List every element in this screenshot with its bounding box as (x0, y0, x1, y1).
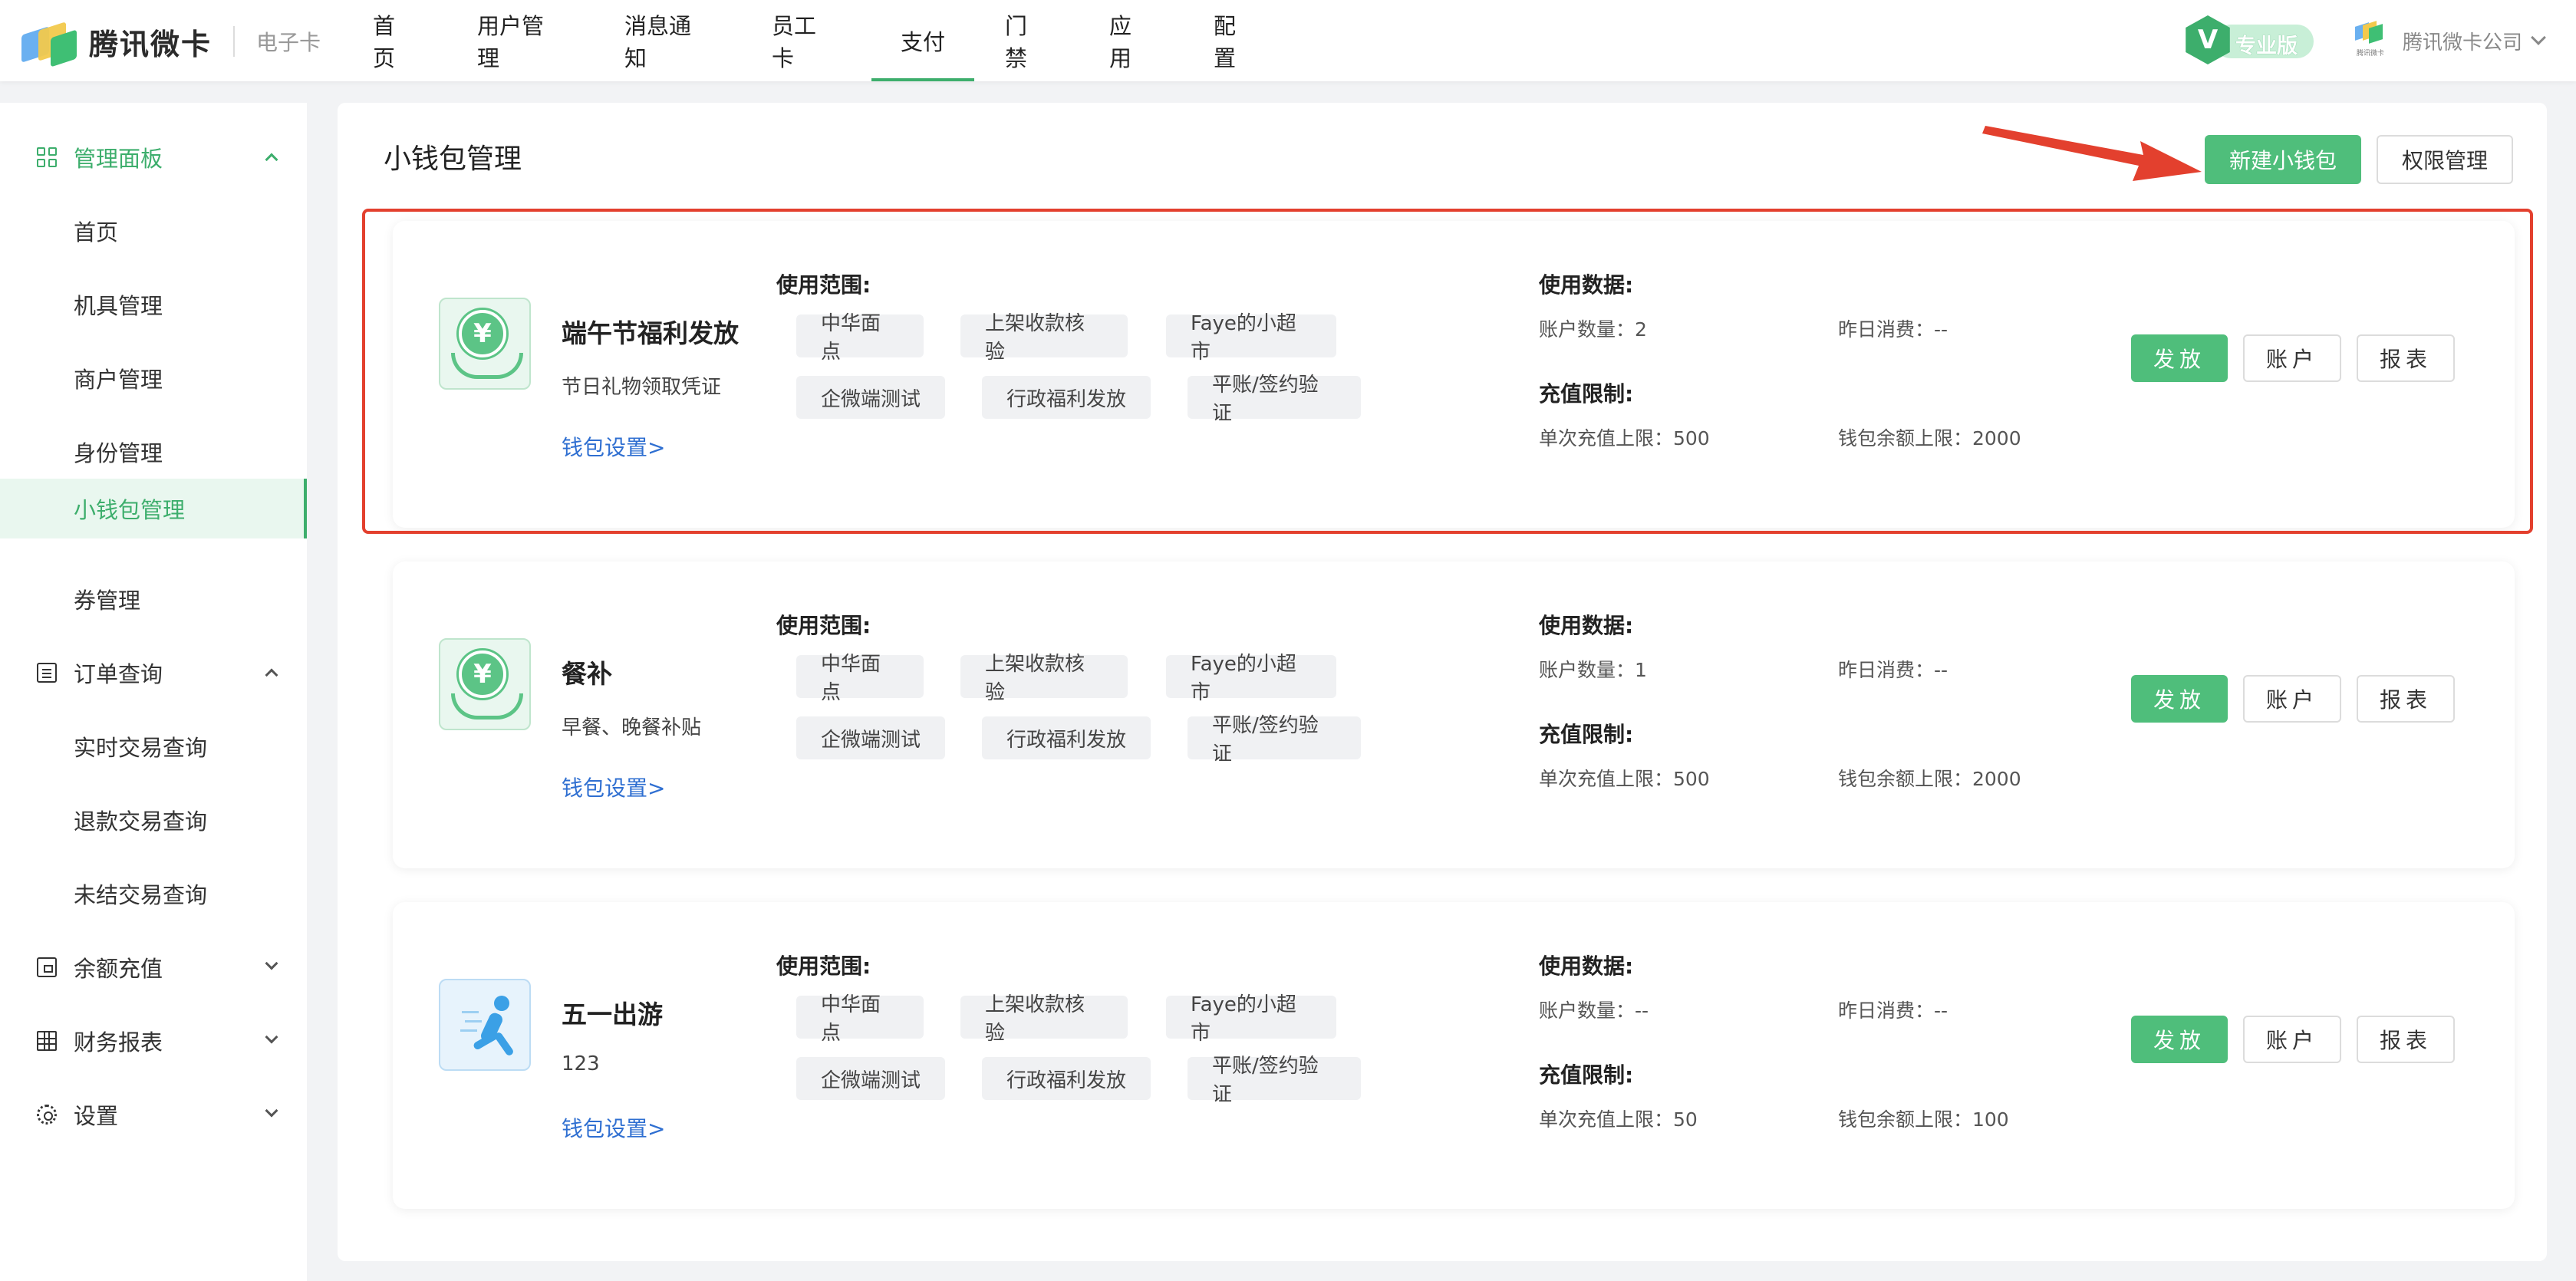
limit-label: 充值限制: (1539, 1062, 1634, 1088)
sidebar-item-wallet[interactable]: 小钱包管理 (0, 479, 307, 538)
sidebar-group-orders[interactable]: 订单查询 (0, 643, 307, 703)
issue-button[interactable]: 发放 (2131, 1016, 2228, 1063)
brand-divider (233, 26, 236, 57)
usage-label: 使用数据: (1539, 953, 1634, 979)
permission-button[interactable]: 权限管理 (2377, 135, 2513, 184)
issue-button[interactable]: 发放 (2131, 675, 2228, 723)
table-icon (37, 1031, 57, 1051)
brand-name: 腾讯微卡 (89, 27, 212, 61)
single-recharge-limit: 单次充值上限：500 (1539, 768, 1710, 790)
brand-logo[interactable]: 腾讯微卡 电子卡 (21, 20, 321, 68)
company-logo-caption: 腾讯微卡 (2356, 50, 2384, 58)
chevron-down-icon (265, 957, 278, 970)
brand-subtitle: 电子卡 (256, 30, 321, 55)
scope-tag: 中华面点 (796, 993, 924, 1045)
scope-tag: 上架收款核验 (960, 653, 1128, 704)
scope-tag: 企微端测试 (796, 1057, 945, 1100)
sidebar-group-recharge[interactable]: 余额充值 (0, 937, 307, 997)
annotation-arrow-icon (1982, 126, 2202, 181)
account-count: 账户数量：1 (1539, 659, 1647, 681)
scope-tag: Faye的小超市 (1166, 993, 1336, 1045)
wallet-card: 五一出游 123 钱包设置> 使用范围: 中华面点 上架收款核验 Faye的小超… (393, 902, 2515, 1209)
grid-icon (37, 147, 57, 167)
chevron-down-icon (265, 1104, 278, 1118)
sidebar: 管理面板 首页 机具管理 商户管理 身份管理 小钱包管理 券管理 订单查询 实时… (0, 103, 307, 1281)
chevron-up-icon (265, 668, 278, 682)
coin-hand-icon: ¥ (439, 638, 531, 730)
wallet-card: ¥ 餐补 早餐、晚餐补贴 钱包设置> 使用范围: 中华面点 上架收款核验 Fay… (393, 561, 2515, 868)
sidebar-group-finance[interactable]: 财务报表 (0, 1011, 307, 1071)
page-title: 小钱包管理 (384, 143, 522, 175)
account-count: 账户数量：-- (1539, 999, 1649, 1022)
nav-item-access[interactable]: 门禁 (1005, 0, 1048, 81)
chevron-down-icon (265, 1030, 278, 1044)
single-recharge-limit: 单次充值上限：50 (1539, 1108, 1698, 1131)
pro-edition-badge: V 专业版 (2183, 15, 2314, 64)
nav-item-payment[interactable]: 支付 (871, 0, 974, 81)
company-avatar: 腾讯微卡 (2352, 20, 2389, 61)
balance-limit: 钱包余额上限：2000 (1838, 768, 2021, 790)
scope-tag: 平账/签约验证 (1188, 1055, 1361, 1106)
sidebar-item-label: 财务报表 (74, 1029, 163, 1055)
sidebar-item-refund-orders[interactable]: 退款交易查询 (0, 790, 307, 850)
wallet-settings-link[interactable]: 钱包设置> (562, 772, 665, 802)
report-button[interactable]: 报表 (2357, 1016, 2455, 1063)
scope-tag: 行政福利发放 (982, 716, 1151, 759)
main-nav: 首页 用户管理 消息通知 员工卡 支付 门禁 应用 配置 (373, 0, 1257, 81)
scope-tag: Faye的小超市 (1166, 653, 1336, 704)
scope-tag: 平账/签约验证 (1188, 714, 1361, 766)
limit-label: 充值限制: (1539, 722, 1634, 747)
runner-icon (439, 979, 531, 1071)
report-button[interactable]: 报表 (2357, 675, 2455, 723)
wallet-settings-link[interactable]: 钱包设置> (562, 1112, 665, 1143)
yesterday-spend: 昨日消费：-- (1838, 659, 1948, 681)
chevron-down-icon (2531, 30, 2546, 45)
highlight-box (362, 209, 2533, 534)
scope-tag: 中华面点 (796, 653, 924, 704)
scope-tag: 企微端测试 (796, 716, 945, 759)
scope-tag: 上架收款核验 (960, 993, 1128, 1045)
new-wallet-button[interactable]: 新建小钱包 (2205, 135, 2361, 184)
chevron-up-icon (265, 153, 278, 166)
account-button[interactable]: 账户 (2243, 675, 2341, 723)
company-switcher[interactable]: 腾讯微卡 腾讯微卡公司 (2352, 20, 2546, 61)
scope-label: 使用范围: (776, 953, 871, 979)
wallet-name: 餐补 (562, 659, 612, 689)
list-icon (37, 663, 57, 683)
sidebar-item-label: 设置 (74, 1103, 119, 1129)
sidebar-item-realtime-orders[interactable]: 实时交易查询 (0, 716, 307, 776)
pro-badge-label: 专业版 (2235, 35, 2298, 58)
wallet-description: 早餐、晚餐补贴 (562, 716, 702, 739)
nav-item-apps[interactable]: 应用 (1109, 0, 1152, 81)
sidebar-item-identity[interactable]: 身份管理 (0, 422, 307, 482)
scope-tag: 行政福利发放 (982, 1057, 1151, 1100)
account-button[interactable]: 账户 (2243, 1016, 2341, 1063)
brand-logo-icon (21, 20, 78, 68)
company-name: 腾讯微卡公司 (2403, 31, 2523, 54)
top-bar: 腾讯微卡 电子卡 首页 用户管理 消息通知 员工卡 支付 门禁 应用 配置 V … (0, 0, 2576, 81)
yesterday-spend: 昨日消费：-- (1838, 999, 1948, 1022)
nav-item-messages[interactable]: 消息通知 (624, 0, 710, 81)
sidebar-group-dashboard[interactable]: 管理面板 (0, 127, 307, 187)
sidebar-item-home[interactable]: 首页 (0, 201, 307, 261)
usage-label: 使用数据: (1539, 613, 1634, 638)
sidebar-item-label: 管理面板 (74, 146, 163, 172)
nav-item-users[interactable]: 用户管理 (477, 0, 563, 81)
wallet-description: 123 (562, 1052, 600, 1075)
sidebar-item-label: 余额充值 (74, 956, 163, 982)
wallet-icon (37, 957, 57, 977)
sidebar-item-devices[interactable]: 机具管理 (0, 275, 307, 334)
sidebar-item-unsettled-orders[interactable]: 未结交易查询 (0, 864, 307, 924)
sidebar-item-merchants[interactable]: 商户管理 (0, 348, 307, 408)
sidebar-item-label: 订单查询 (74, 661, 163, 687)
nav-item-home[interactable]: 首页 (373, 0, 416, 81)
nav-item-config[interactable]: 配置 (1214, 0, 1257, 81)
scope-label: 使用范围: (776, 613, 871, 638)
sidebar-group-settings[interactable]: 设置 (0, 1085, 307, 1144)
gear-icon (37, 1105, 57, 1125)
nav-item-staff-card[interactable]: 员工卡 (772, 0, 836, 81)
wallet-name: 五一出游 (562, 999, 663, 1029)
balance-limit: 钱包余额上限：100 (1838, 1108, 2009, 1131)
sidebar-item-coupons[interactable]: 券管理 (0, 569, 307, 629)
